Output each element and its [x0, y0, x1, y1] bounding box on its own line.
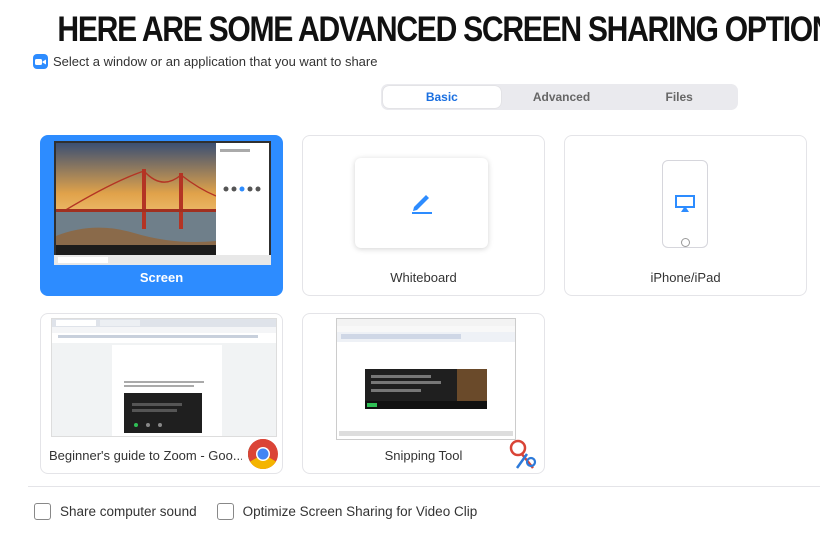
chrome-icon: [247, 438, 279, 475]
share-computer-sound-checkbox[interactable]: [34, 503, 51, 520]
airplay-icon: [675, 195, 695, 218]
share-options: Share computer sound Optimize Screen Sha…: [34, 503, 497, 520]
tab-files[interactable]: Files: [620, 84, 738, 110]
page-headline: HERE ARE SOME ADVANCED SCREEN SHARING OP…: [57, 10, 820, 49]
footer-divider: [28, 486, 820, 487]
chrome-window-label: Beginner's guide to Zoom - Goo...: [49, 448, 242, 463]
share-tabs: Basic Advanced Files: [381, 84, 738, 110]
share-computer-sound-option[interactable]: Share computer sound: [34, 503, 197, 520]
screen-thumbnail: [54, 141, 271, 265]
tab-advanced[interactable]: Advanced: [503, 84, 621, 110]
dialog-instruction: Select a window or an application that y…: [33, 54, 377, 69]
chrome-window-thumbnail: [51, 318, 277, 437]
iphone-ipad-label: iPhone/iPad: [650, 270, 721, 285]
whiteboard-canvas: [355, 158, 488, 248]
share-option-whiteboard[interactable]: Whiteboard: [302, 135, 545, 296]
zoom-logo-icon: [33, 54, 48, 69]
phone-outline: [662, 160, 708, 248]
share-option-screen[interactable]: Screen: [40, 135, 283, 296]
share-option-chrome-window[interactable]: Beginner's guide to Zoom - Goo...: [40, 313, 283, 474]
optimize-video-option[interactable]: Optimize Screen Sharing for Video Clip: [216, 503, 478, 520]
pencil-icon: [408, 187, 436, 220]
share-computer-sound-label: Share computer sound: [60, 504, 197, 519]
screen-label: Screen: [139, 270, 184, 285]
optimize-video-label: Optimize Screen Sharing for Video Clip: [242, 504, 478, 519]
home-button-icon: [681, 238, 690, 247]
optimize-video-checkbox[interactable]: [216, 503, 234, 520]
share-option-iphone-ipad[interactable]: iPhone/iPad: [564, 135, 807, 296]
tab-basic[interactable]: Basic: [383, 86, 501, 108]
snipping-tool-thumbnail: [336, 318, 516, 440]
instruction-text: Select a window or an application that y…: [53, 54, 378, 69]
share-option-snipping-tool[interactable]: Snipping Tool: [302, 313, 545, 474]
whiteboard-label: Whiteboard: [390, 270, 457, 285]
scissors-icon: [507, 438, 541, 477]
